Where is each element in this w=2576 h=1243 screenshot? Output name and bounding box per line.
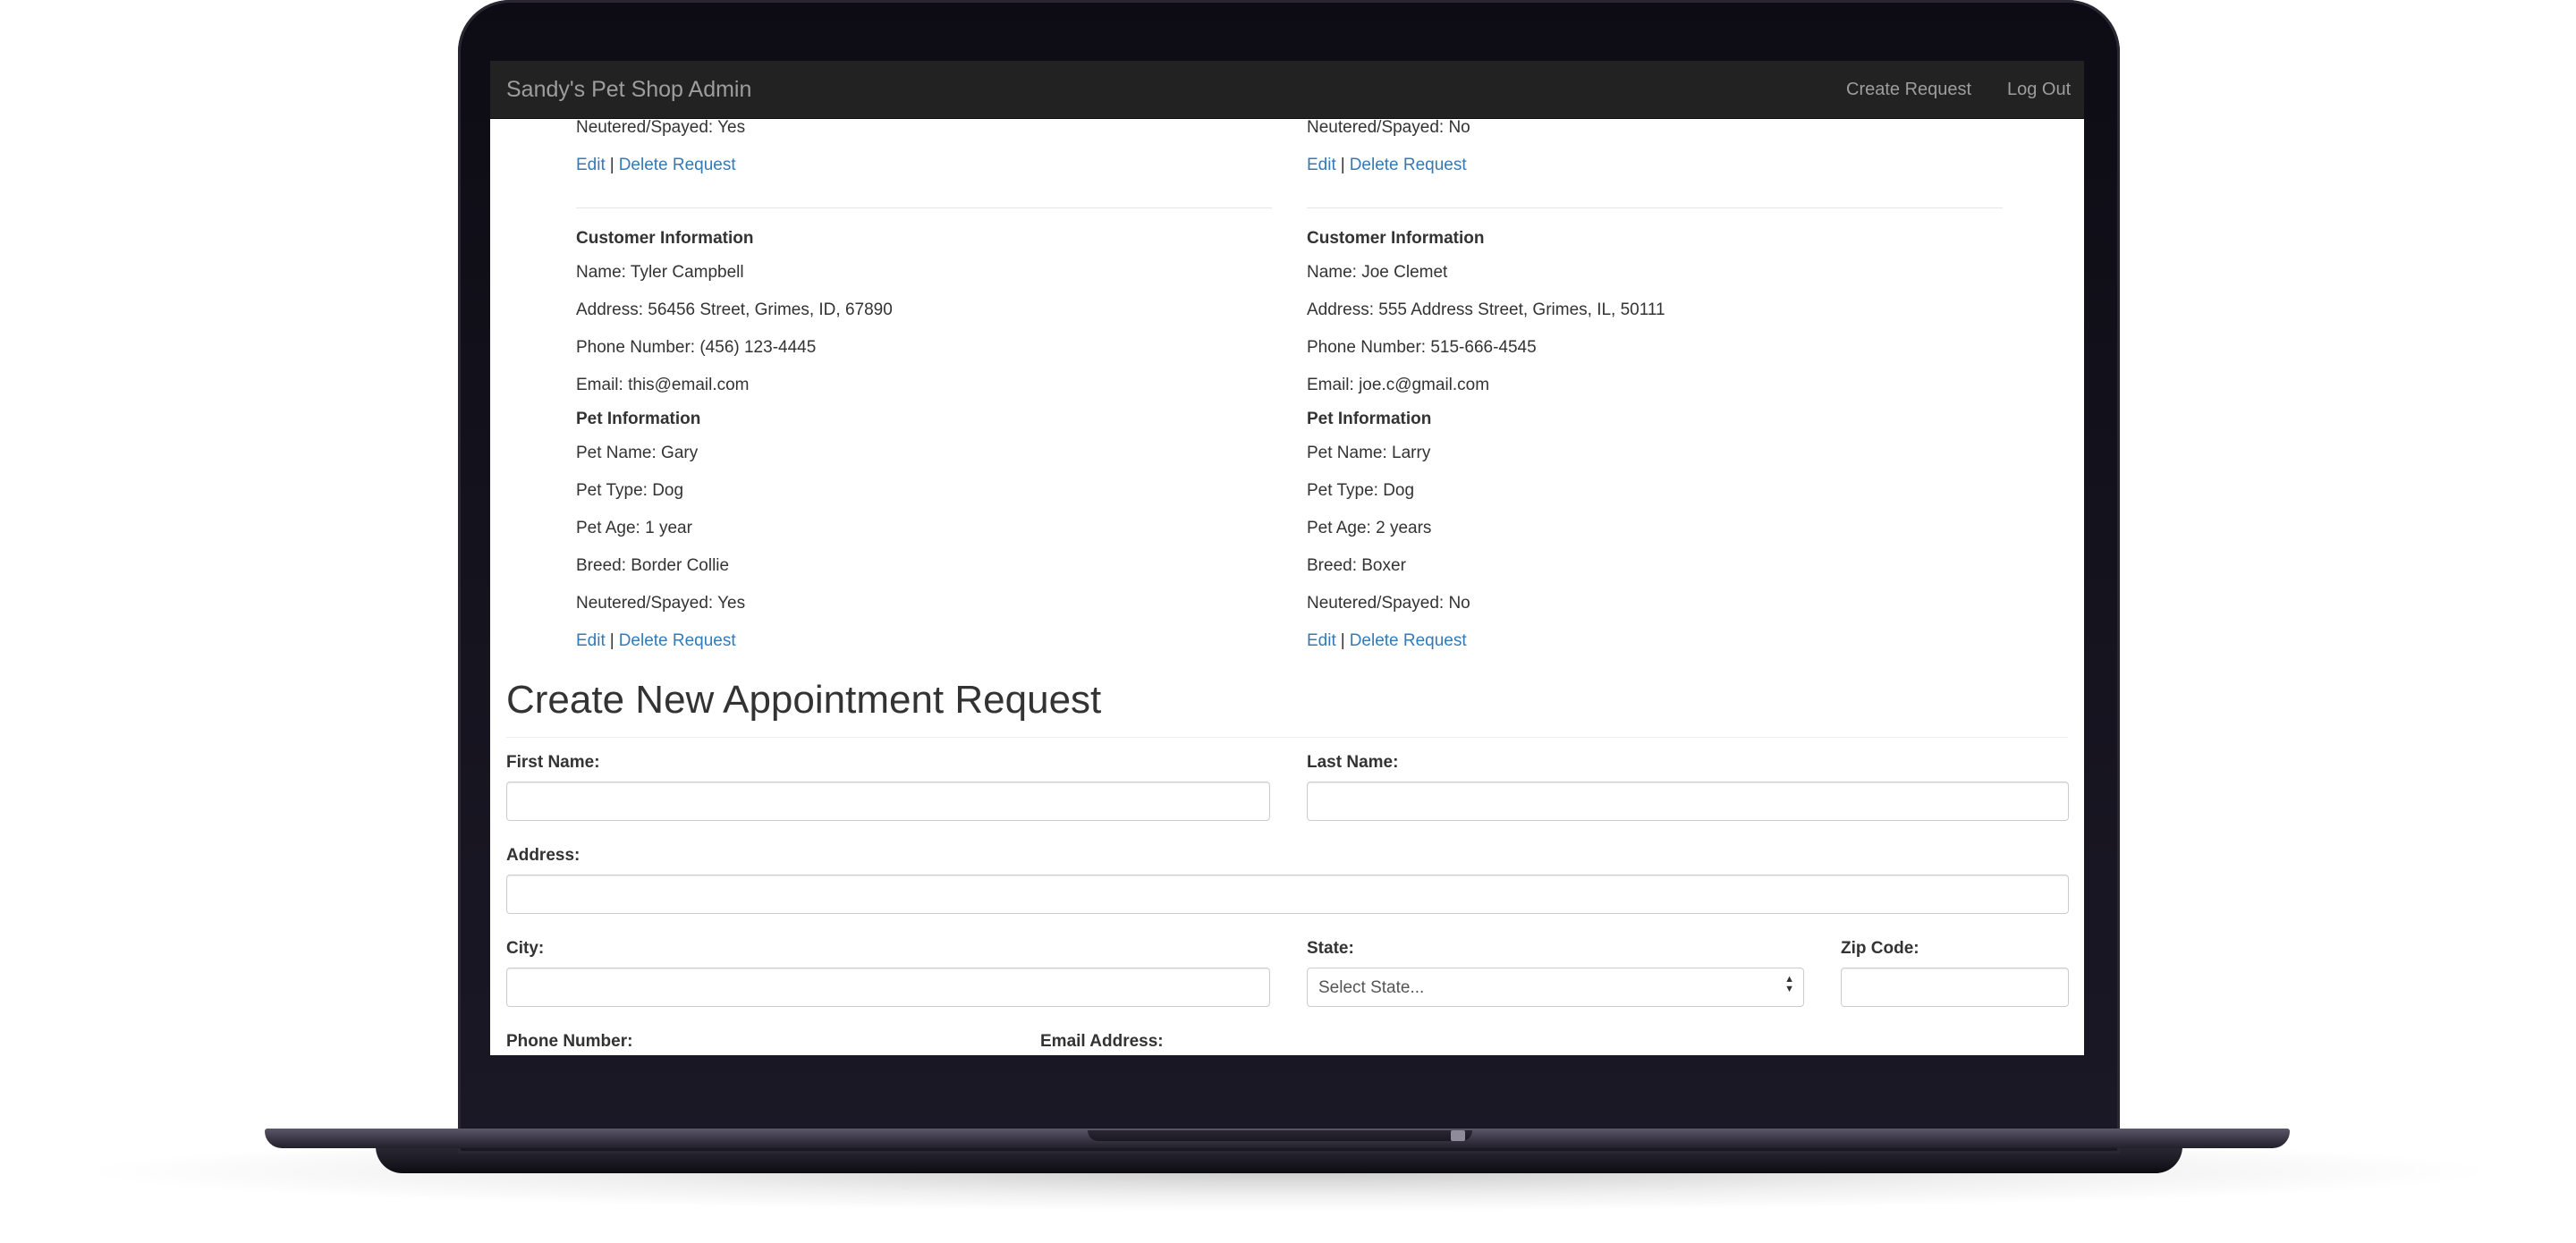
laptop-base-indicator	[1451, 1130, 1465, 1141]
delete-request-link[interactable]: Delete Request	[1350, 156, 1467, 174]
city-label: City:	[506, 939, 545, 958]
city-input[interactable]	[506, 968, 1270, 1007]
divider	[1307, 207, 2003, 208]
pet-name: Pet Name: Larry	[1307, 444, 1431, 462]
state-select[interactable]: Select State... ▲ ▼	[1307, 968, 1804, 1007]
phone-number-label: Phone Number:	[506, 1032, 633, 1051]
state-select-value: Select State...	[1318, 978, 1425, 997]
select-arrows-icon: ▲ ▼	[1784, 974, 1794, 994]
customer-info-heading: Customer Information	[1307, 229, 1485, 248]
action-separator: |	[609, 156, 614, 174]
request-actions: Edit | Delete Request	[576, 156, 736, 175]
customer-name: Name: Joe Clemet	[1307, 263, 1448, 282]
customer-phone: Phone Number: (456) 123-4445	[576, 338, 817, 357]
edit-link[interactable]: Edit	[576, 631, 606, 650]
customer-email: Email: joe.c@gmail.com	[1307, 376, 1490, 394]
navbar: Sandy's Pet Shop Admin Create Request Lo…	[490, 61, 2084, 119]
customer-info-heading: Customer Information	[576, 229, 754, 248]
customer-address: Address: 555 Address Street, Grimes, IL,…	[1307, 300, 1665, 319]
navbar-brand[interactable]: Sandy's Pet Shop Admin	[506, 77, 751, 103]
pet-breed: Breed: Boxer	[1307, 556, 1406, 575]
last-name-input[interactable]	[1307, 782, 2069, 821]
neutered-text: Neutered/Spayed: No	[1307, 118, 1470, 137]
action-separator: |	[1340, 631, 1345, 650]
customer-address: Address: 56456 Street, Grimes, ID, 67890	[576, 300, 893, 319]
state-label: State:	[1307, 939, 1354, 958]
laptop-hinge-notch	[1088, 1130, 1472, 1141]
action-separator: |	[609, 631, 614, 650]
pet-info-heading: Pet Information	[1307, 410, 1432, 428]
pet-age: Pet Age: 1 year	[576, 519, 692, 537]
pet-type: Pet Type: Dog	[576, 481, 684, 500]
pet-type: Pet Type: Dog	[1307, 481, 1415, 500]
zip-code-label: Zip Code:	[1841, 939, 1919, 958]
browser-viewport: Sandy's Pet Shop Admin Create Request Lo…	[490, 61, 2084, 1055]
pet-name: Pet Name: Gary	[576, 444, 699, 462]
nav-link-log-out[interactable]: Log Out	[2007, 80, 2071, 100]
zip-code-input[interactable]	[1841, 968, 2069, 1007]
address-input[interactable]	[506, 875, 2069, 914]
delete-request-link[interactable]: Delete Request	[619, 156, 736, 174]
first-name-input[interactable]	[506, 782, 1270, 821]
customer-phone: Phone Number: 515-666-4545	[1307, 338, 1537, 357]
edit-link[interactable]: Edit	[1307, 156, 1336, 174]
request-actions: Edit | Delete Request	[576, 631, 736, 651]
action-separator: |	[1340, 156, 1345, 174]
neutered-text: Neutered/Spayed: Yes	[576, 118, 746, 137]
pet-breed: Breed: Border Collie	[576, 556, 730, 575]
email-address-label: Email Address:	[1040, 1032, 1164, 1051]
form-title-rule	[506, 737, 2068, 738]
edit-link[interactable]: Edit	[576, 156, 606, 174]
page-content: Neutered/Spayed: Yes Edit | Delete Request…	[490, 118, 2084, 1055]
customer-name: Name: Tyler Campbell	[576, 263, 744, 282]
customer-email: Email: this@email.com	[576, 376, 750, 394]
first-name-label: First Name:	[506, 753, 600, 772]
form-title: Create New Appointment Request	[506, 678, 1102, 722]
delete-request-link[interactable]: Delete Request	[1350, 631, 1467, 650]
pet-age: Pet Age: 2 years	[1307, 519, 1432, 537]
request-actions: Edit | Delete Request	[1307, 631, 1467, 651]
divider	[576, 207, 1272, 208]
request-actions: Edit | Delete Request	[1307, 156, 1467, 175]
edit-link[interactable]: Edit	[1307, 631, 1336, 650]
pet-info-heading: Pet Information	[576, 410, 701, 428]
address-label: Address:	[506, 846, 580, 865]
last-name-label: Last Name:	[1307, 753, 1399, 772]
delete-request-link[interactable]: Delete Request	[619, 631, 736, 650]
neutered-text: Neutered/Spayed: No	[1307, 594, 1470, 613]
neutered-text: Neutered/Spayed: Yes	[576, 594, 746, 613]
nav-link-create-request[interactable]: Create Request	[1846, 80, 1971, 100]
